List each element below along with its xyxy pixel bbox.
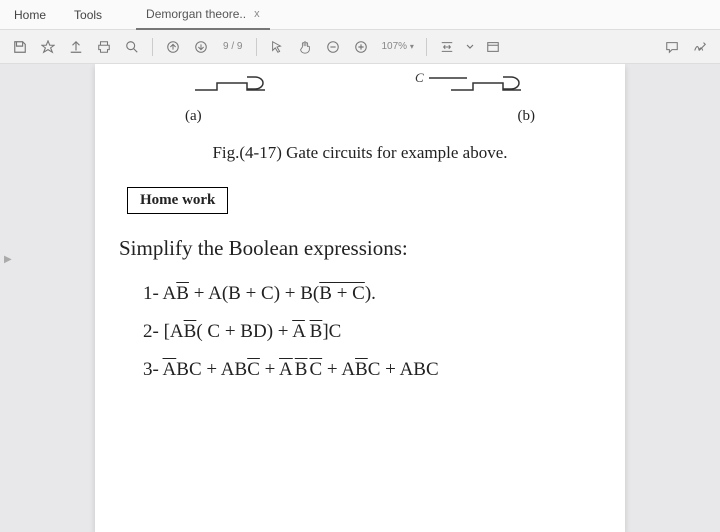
section-heading: Simplify the Boolean expressions: (119, 236, 605, 261)
fit-width-icon[interactable] (435, 35, 459, 59)
sign-icon[interactable] (688, 35, 712, 59)
document-tab-title: Demorgan theore.. (146, 7, 246, 21)
zoom-out-icon[interactable] (321, 35, 345, 59)
text: 3- (143, 359, 163, 380)
zoom-value: 107% (381, 41, 407, 52)
document-page: C (a) (b) Fig.(4-17) Gate circuits for e… (95, 64, 625, 532)
print-icon[interactable] (92, 35, 116, 59)
menu-tools[interactable]: Tools (60, 8, 116, 22)
circuit-a (155, 64, 315, 94)
text: 1- A (143, 283, 176, 304)
text: ( C + BD) + (196, 321, 292, 342)
overline: B (310, 321, 323, 342)
search-icon[interactable] (120, 35, 144, 59)
sidebar-toggle-icon[interactable]: ▶ (4, 254, 12, 265)
select-tool-icon[interactable] (265, 35, 289, 59)
chevron-down-icon: ▾ (410, 42, 414, 51)
chevron-down-icon[interactable] (463, 35, 477, 59)
text: ). (365, 283, 376, 304)
text: + A(B + C) + B( (189, 283, 319, 304)
overline: B (355, 359, 368, 380)
overline: B (295, 359, 308, 380)
zoom-level[interactable]: 107% ▾ (377, 41, 417, 52)
overline: B (184, 321, 197, 342)
document-tab[interactable]: Demorgan theore.. x (136, 0, 270, 30)
separator (152, 38, 153, 56)
star-icon[interactable] (36, 35, 60, 59)
circuit-b: C (405, 64, 565, 94)
figure-label-b: (b) (518, 108, 536, 125)
text: + (260, 359, 279, 380)
homework-box: Home work (127, 187, 228, 214)
page-up-icon[interactable] (161, 35, 185, 59)
text: BC + AB (176, 359, 247, 380)
expression-1: 1- AB + A(B + C) + B(B + C). (143, 275, 605, 313)
page-down-icon[interactable] (189, 35, 213, 59)
expression-3: 3- ABC + ABC + A B C + ABC + ABC (143, 351, 605, 389)
overline: A (163, 359, 177, 380)
page-current[interactable]: 9 (223, 41, 229, 52)
separator (426, 38, 427, 56)
toolbar: 9 / 9 107% ▾ (0, 30, 720, 64)
overline: A (292, 321, 305, 342)
figure-labels: (a) (b) (115, 98, 605, 125)
close-icon[interactable]: x (254, 8, 260, 20)
circuit-figures: C (115, 64, 605, 98)
page-sep: / (231, 41, 234, 52)
overline: C (309, 359, 322, 380)
menu-home[interactable]: Home (0, 8, 60, 22)
comment-icon[interactable] (660, 35, 684, 59)
text: C + ABC (368, 359, 439, 380)
overline: B + C (319, 283, 365, 304)
svg-text:C: C (415, 70, 424, 85)
read-mode-icon[interactable] (481, 35, 505, 59)
page-total: 9 (237, 41, 243, 52)
expression-2: 2- [AB( C + BD) + A B]C (143, 313, 605, 351)
document-viewer: ▶ C (0, 64, 720, 532)
upload-icon[interactable] (64, 35, 88, 59)
page-indicator: 9 / 9 (217, 41, 248, 52)
save-icon[interactable] (8, 35, 32, 59)
expression-list: 1- AB + A(B + C) + B(B + C). 2- [AB( C +… (115, 275, 605, 389)
text: + A (322, 359, 355, 380)
figure-label-a: (a) (185, 108, 202, 125)
text: ]C (322, 321, 341, 342)
overline: A (279, 359, 293, 380)
separator (256, 38, 257, 56)
text: 2- [A (143, 321, 184, 342)
overline: B (176, 283, 189, 304)
figure-caption: Fig.(4-17) Gate circuits for example abo… (115, 143, 605, 163)
hand-tool-icon[interactable] (293, 35, 317, 59)
overline: C (247, 359, 260, 380)
zoom-in-icon[interactable] (349, 35, 373, 59)
